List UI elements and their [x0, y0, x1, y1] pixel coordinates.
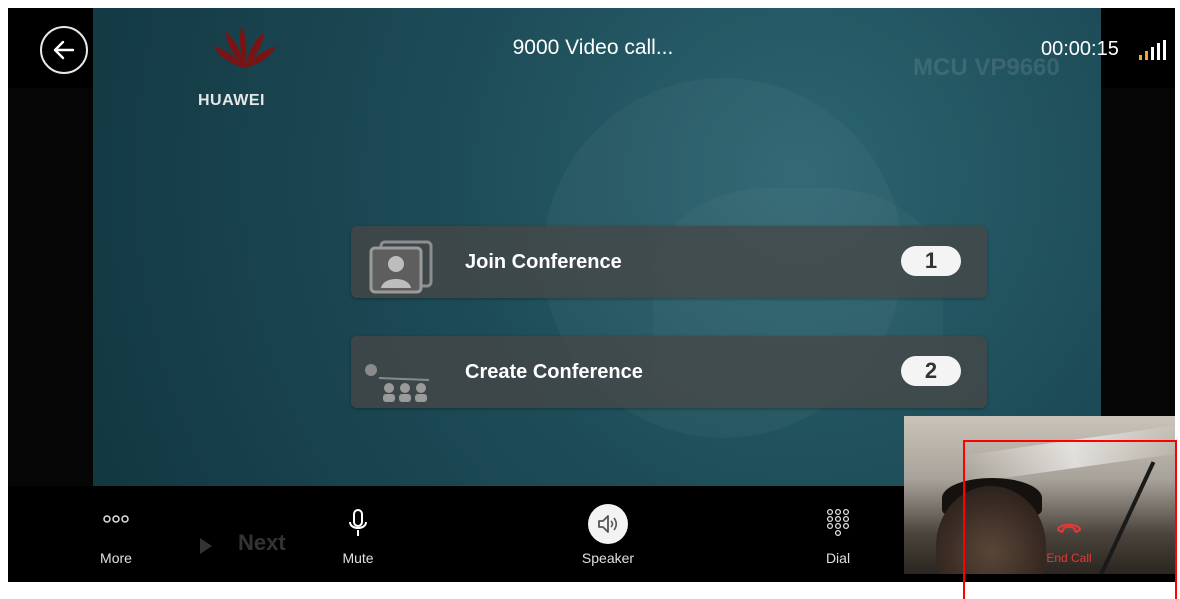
huawei-logo-mark — [214, 26, 276, 68]
dial-label: Dial — [825, 550, 851, 566]
call-title: 9000 Video call... — [512, 36, 674, 59]
speaker-icon — [588, 504, 628, 544]
signal-strength-icon — [1139, 40, 1166, 60]
create-conference-label: Create Conference — [465, 361, 643, 383]
create-conference-number: 2 — [901, 356, 961, 386]
join-conference-label: Join Conference — [465, 251, 622, 273]
back-arrow-icon — [53, 40, 75, 60]
dial-button[interactable]: Dial — [808, 486, 868, 582]
mute-button[interactable]: Mute — [328, 486, 388, 582]
speaker-button[interactable]: Speaker — [568, 486, 648, 582]
speaker-label: Speaker — [581, 550, 635, 566]
huawei-brand-text: HUAWEI — [198, 92, 265, 109]
end-call-highlight — [963, 440, 1177, 599]
join-conference-option[interactable]: Join Conference 1 — [351, 226, 987, 298]
join-conference-icon — [369, 240, 433, 294]
next-hint: Next — [238, 530, 286, 555]
call-timer: 00:00:15 — [1041, 38, 1119, 60]
huawei-logo: HUAWEI — [198, 22, 308, 109]
next-arrow-icon — [200, 538, 212, 554]
create-conference-option[interactable]: Create Conference 2 — [351, 336, 987, 408]
join-conference-number: 1 — [901, 246, 961, 276]
create-conference-icon — [365, 364, 430, 402]
microphone-icon — [349, 509, 367, 536]
more-label: More — [100, 550, 132, 566]
mute-label: Mute — [342, 550, 374, 566]
dialpad-icon — [826, 508, 850, 536]
more-dots-icon — [103, 515, 129, 523]
back-button[interactable] — [40, 26, 88, 74]
more-button[interactable]: More — [86, 486, 146, 582]
mcu-watermark: MCU VP9660 — [913, 54, 1060, 81]
